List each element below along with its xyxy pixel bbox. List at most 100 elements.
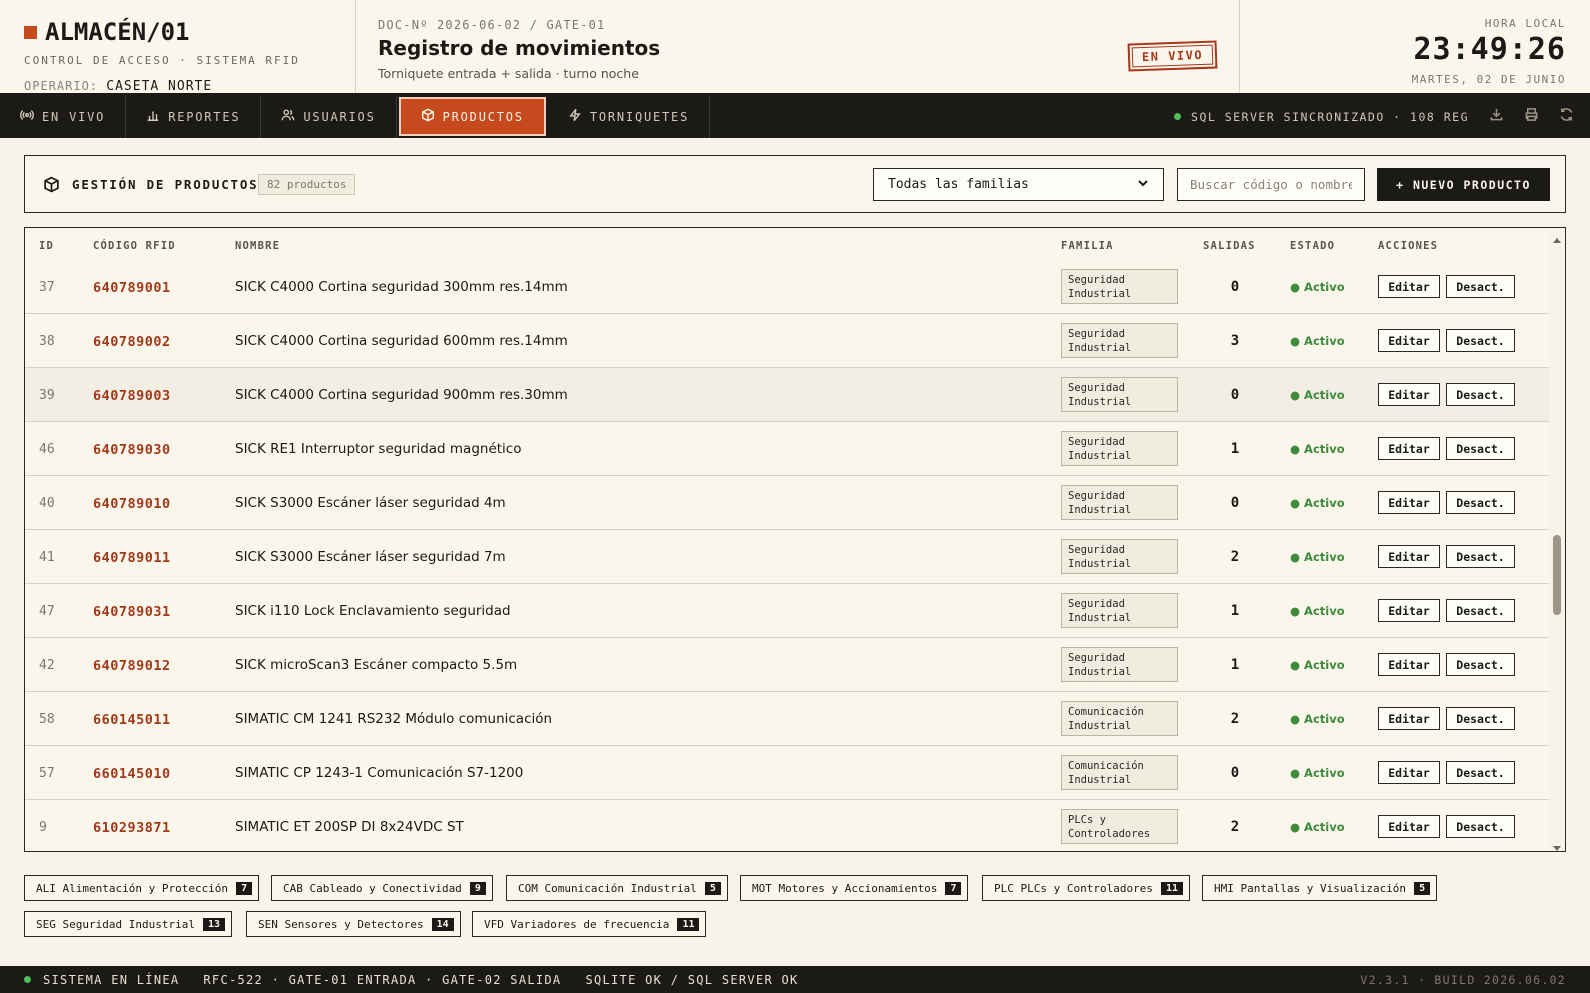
family-chip[interactable]: ALI Alimentación y Protección 7 bbox=[24, 875, 260, 901]
brand-name: ALMACÉN/01 bbox=[45, 18, 190, 46]
deactivate-button[interactable]: Desact. bbox=[1446, 815, 1515, 838]
edit-button[interactable]: Editar bbox=[1378, 491, 1440, 514]
cell-status: ● Activo bbox=[1290, 442, 1345, 456]
family-chip[interactable]: MOT Motores y Accionamientos 7 bbox=[740, 875, 969, 901]
family-chip-label: CAB Cableado y Conectividad bbox=[283, 881, 462, 895]
family-chip-count: 11 bbox=[677, 917, 700, 931]
deactivate-button[interactable]: Desact. bbox=[1446, 275, 1515, 298]
cell-rfid-code: 640789030 bbox=[93, 442, 171, 458]
edit-button[interactable]: Editar bbox=[1378, 545, 1440, 568]
cell-rfid-code: 660145010 bbox=[93, 766, 171, 782]
cell-rfid-code: 610293871 bbox=[93, 820, 171, 836]
refresh-icon[interactable] bbox=[1559, 107, 1574, 126]
family-chip[interactable]: SEN Sensores y Detectores 14 bbox=[246, 911, 461, 937]
family-chip[interactable]: COM Comunicación Industrial 5 bbox=[506, 875, 728, 901]
scroll-down-icon[interactable] bbox=[1552, 838, 1562, 851]
cell-family-tag: Seguridad Industrial bbox=[1061, 485, 1178, 520]
deactivate-button[interactable]: Desact. bbox=[1446, 383, 1515, 406]
deactivate-button[interactable]: Desact. bbox=[1446, 599, 1515, 622]
box-icon bbox=[421, 108, 435, 125]
table-row[interactable]: 37 640789001 SICK C4000 Cortina seguridad … bbox=[25, 260, 1550, 314]
brand-subtitle: CONTROL DE ACCESO · SISTEMA RFID bbox=[24, 54, 300, 67]
nav-status-area: SQL SERVER SINCRONIZADO · 108 REG bbox=[1174, 95, 1590, 138]
edit-button[interactable]: Editar bbox=[1378, 275, 1440, 298]
db-status: SQLITE OK / SQL SERVER OK bbox=[585, 972, 799, 987]
deactivate-button[interactable]: Desact. bbox=[1446, 761, 1515, 784]
cell-id: 47 bbox=[39, 604, 55, 619]
cell-id: 57 bbox=[39, 766, 55, 781]
edit-button[interactable]: Editar bbox=[1378, 707, 1440, 730]
table-row[interactable]: 39 640789003 SICK C4000 Cortina seguridad … bbox=[25, 368, 1550, 422]
family-chip-count: 11 bbox=[1160, 881, 1183, 895]
tab-torniquetes[interactable]: TORNIQUETES bbox=[548, 95, 711, 138]
cell-exits: 0 bbox=[1230, 387, 1240, 403]
deactivate-button[interactable]: Desact. bbox=[1446, 653, 1515, 676]
print-icon[interactable] bbox=[1524, 107, 1539, 126]
family-chip-count: 5 bbox=[704, 881, 721, 895]
table-row[interactable]: 47 640789031 SICK i110 Lock Enclavamiento … bbox=[25, 584, 1550, 638]
tab-label: TORNIQUETES bbox=[589, 109, 690, 124]
table-row[interactable]: 58 660145011 SIMATIC CM 1241 RS232 Módulo … bbox=[25, 692, 1550, 746]
family-chip-count: 14 bbox=[431, 917, 454, 931]
family-chip[interactable]: VFD Variadores de frecuencia 11 bbox=[472, 911, 707, 937]
scroll-up-icon[interactable] bbox=[1552, 231, 1562, 243]
doc-number: DOC-Nº 2026-06-02 / GATE-01 bbox=[378, 18, 606, 32]
family-chip[interactable]: PLC PLCs y Controladores 11 bbox=[982, 875, 1190, 901]
header-divider bbox=[355, 0, 356, 93]
col-header-code: CÓDIGO RFID bbox=[93, 240, 176, 252]
download-icon[interactable] bbox=[1489, 107, 1504, 126]
edit-button[interactable]: Editar bbox=[1378, 815, 1440, 838]
main-nav: EN VIVO REPORTES USUARIOS PRODUCTOS TORN… bbox=[0, 95, 1590, 138]
table-row[interactable]: 9 610293871 SIMATIC ET 200SP DI 8x24VDC ST… bbox=[25, 800, 1550, 851]
cell-family-tag: Comunicación Industrial bbox=[1061, 701, 1178, 736]
table-header: ID CÓDIGO RFID NOMBRE FAMILIA SALIDAS ES… bbox=[25, 228, 1550, 260]
cell-status: ● Activo bbox=[1290, 496, 1345, 510]
edit-button[interactable]: Editar bbox=[1378, 599, 1440, 622]
cell-product-name: SICK microScan3 Escáner compacto 5.5m bbox=[235, 657, 518, 673]
deactivate-button[interactable]: Desact. bbox=[1446, 437, 1515, 460]
products-panel-header: GESTIÓN DE PRODUCTOS 82 productos Todas … bbox=[24, 155, 1566, 213]
deactivate-button[interactable]: Desact. bbox=[1446, 545, 1515, 568]
table-row[interactable]: 57 660145010 SIMATIC CP 1243-1 Comunicació… bbox=[25, 746, 1550, 800]
cell-product-name: SICK C4000 Cortina seguridad 900mm res.3… bbox=[235, 387, 568, 403]
deactivate-button[interactable]: Desact. bbox=[1446, 329, 1515, 352]
cell-exits: 0 bbox=[1230, 279, 1240, 295]
tab-reportes[interactable]: REPORTES bbox=[126, 95, 262, 138]
tab-label: PRODUCTOS bbox=[442, 109, 524, 124]
edit-button[interactable]: Editar bbox=[1378, 653, 1440, 676]
cell-product-name: SIMATIC ET 200SP DI 8x24VDC ST bbox=[235, 819, 464, 835]
cell-family-tag: Seguridad Industrial bbox=[1061, 647, 1178, 682]
deactivate-button[interactable]: Desact. bbox=[1446, 707, 1515, 730]
scroll-thumb[interactable] bbox=[1553, 535, 1561, 615]
table-scrollbar[interactable] bbox=[1549, 228, 1565, 851]
deactivate-button[interactable]: Desact. bbox=[1446, 491, 1515, 514]
table-row[interactable]: 42 640789012 SICK microScan3 Escáner compa… bbox=[25, 638, 1550, 692]
system-status: SISTEMA EN LÍNEA bbox=[43, 972, 180, 987]
new-product-button[interactable]: + NUEVO PRODUCTO bbox=[1377, 168, 1550, 201]
tab-en-vivo[interactable]: EN VIVO bbox=[0, 95, 127, 138]
family-chip[interactable]: HMI Pantallas y Visualización 5 bbox=[1202, 875, 1438, 901]
family-select[interactable]: Todas las familias bbox=[873, 168, 1164, 201]
cell-rfid-code: 640789011 bbox=[93, 550, 171, 566]
family-chip-count: 13 bbox=[202, 917, 225, 931]
cell-rfid-code: 640789031 bbox=[93, 604, 171, 620]
edit-button[interactable]: Editar bbox=[1378, 329, 1440, 352]
table-row[interactable]: 46 640789030 SICK RE1 Interruptor segurida… bbox=[25, 422, 1550, 476]
edit-button[interactable]: Editar bbox=[1378, 437, 1440, 460]
family-chip[interactable]: CAB Cableado y Conectividad 9 bbox=[271, 875, 493, 901]
tab-usuarios[interactable]: USUARIOS bbox=[261, 95, 397, 138]
status-dot-icon bbox=[24, 976, 31, 983]
tab-productos[interactable]: PRODUCTOS bbox=[397, 96, 547, 137]
edit-button[interactable]: Editar bbox=[1378, 383, 1440, 406]
table-row[interactable]: 40 640789010 SICK S3000 Escáner láser segu… bbox=[25, 476, 1550, 530]
version-info: V2.3.1 · BUILD 2026.06.02 bbox=[1360, 972, 1566, 987]
status-dot-icon bbox=[1174, 113, 1182, 120]
cell-family-tag: PLCs y Controladores bbox=[1061, 809, 1178, 844]
header-divider bbox=[1239, 0, 1240, 93]
table-row[interactable]: 41 640789011 SICK S3000 Escáner láser segu… bbox=[25, 530, 1550, 584]
table-row[interactable]: 38 640789002 SICK C4000 Cortina seguridad … bbox=[25, 314, 1550, 368]
family-chip[interactable]: SEG Seguridad Industrial 13 bbox=[24, 911, 232, 937]
search-input[interactable] bbox=[1177, 168, 1365, 201]
cell-status: ● Activo bbox=[1290, 604, 1345, 618]
edit-button[interactable]: Editar bbox=[1378, 761, 1440, 784]
